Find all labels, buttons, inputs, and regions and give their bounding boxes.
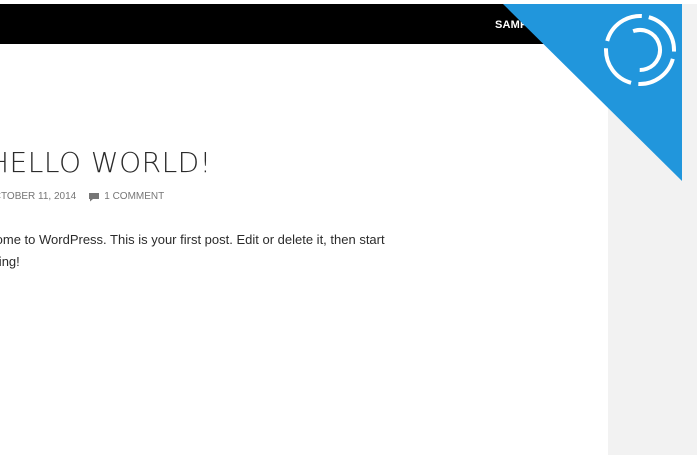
post-body-text: Welcome to WordPress. This is your first…: [0, 232, 385, 269]
post-content: Welcome to WordPress. This is your first…: [0, 229, 387, 273]
post-date-link[interactable]: OCTOBER 11, 2014: [0, 191, 76, 202]
post-meta: OCTOBER 11, 2014 1 COMMENT: [0, 191, 164, 202]
comments-meta: 1 COMMENT: [88, 191, 164, 202]
sidebar-edge: [682, 4, 697, 455]
comment-bubble-icon: [88, 192, 100, 202]
comments-link[interactable]: 1 COMMENT: [104, 191, 164, 202]
main-content-area: HELLO WORLD! OCTOBER 11, 2014 1 COMMENT …: [0, 44, 608, 455]
post-title[interactable]: HELLO WORLD!: [0, 146, 211, 179]
